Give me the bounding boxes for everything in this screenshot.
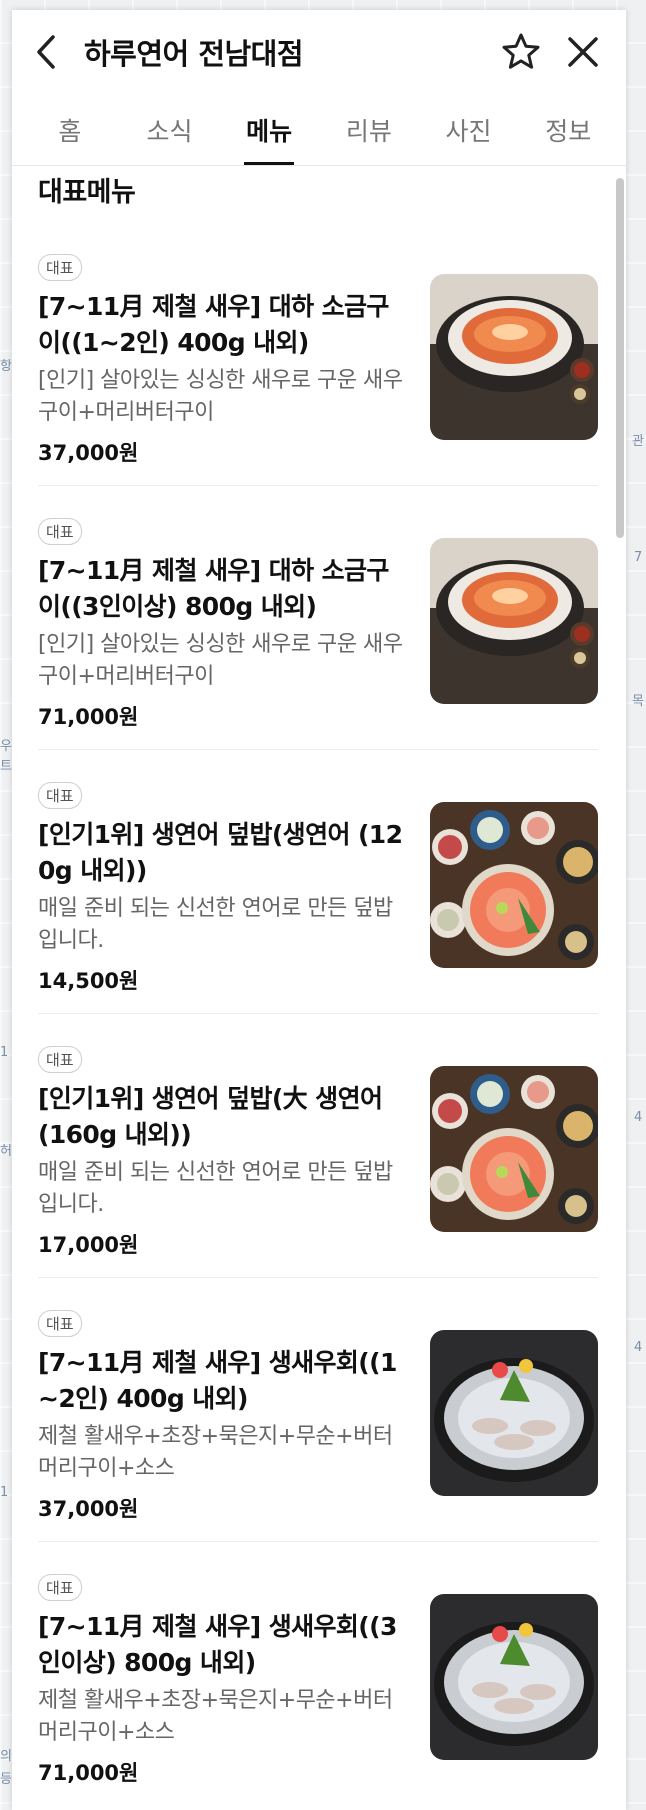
signature-badge: 대표 [38, 254, 82, 281]
signature-badge: 대표 [38, 782, 82, 809]
chevron-left-icon [37, 35, 55, 69]
map-label: 관 [632, 434, 644, 449]
menu-item-price: 17,000원 [38, 1233, 139, 1257]
salmon-rice-bowl-image [430, 802, 598, 968]
favorite-button[interactable] [496, 27, 546, 77]
star-icon [502, 33, 540, 69]
menu-item-price: 37,000원 [38, 1497, 139, 1521]
menu-item-name: [7~11月 제철 새우] 대하 소금구이((3인이상) 800g 내외) [38, 556, 389, 621]
tab-home[interactable]: 홈 [20, 94, 120, 165]
section-title: 대표메뉴 [38, 177, 136, 208]
signature-badge: 대표 [38, 1046, 82, 1073]
menu-item-image[interactable] [430, 802, 598, 968]
menu-item-name: [인기1위] 생연어 덮밥(大 생연어 (160g 내외)) [38, 1084, 383, 1149]
menu-item-info: 대표 [7~11月 제철 새우] 대하 소금구이((3인이상) 800g 내외)… [38, 518, 408, 749]
tab-news[interactable]: 소식 [120, 94, 220, 165]
tab-bar: 홈 소식 메뉴 리뷰 사진 정보 [12, 94, 626, 166]
menu-item-info: 대표 [인기1위] 생연어 덮밥(大 생연어 (160g 내외)) 매일 준비 … [38, 1046, 408, 1277]
map-label: 4 [634, 1340, 643, 1355]
menu-item-name: [인기1위] 생연어 덮밥(생연어 (120g 내외)) [38, 820, 403, 885]
shrimp-salt-grill-image [430, 274, 598, 440]
menu-item[interactable]: 대표 [7~11月 제철 새우] 대하 소금구이((3인이상) 800g 내외)… [38, 486, 598, 750]
signature-badge: 대표 [38, 518, 82, 545]
menu-item-price: 37,000원 [38, 441, 139, 465]
map-label: 트 [0, 759, 12, 774]
map-label: 목 [632, 694, 644, 709]
menu-item-price: 71,000원 [38, 1761, 139, 1785]
map-label: 1 [0, 1485, 9, 1500]
menu-item-price: 14,500원 [38, 969, 139, 993]
menu-item-image[interactable] [430, 1594, 598, 1760]
signature-badge: 대표 [38, 1574, 82, 1601]
menu-item-info: 대표 [7~11月 제철 새우] 생새우회((1~2인) 400g 내외) 제철… [38, 1310, 408, 1541]
menu-item-image[interactable] [430, 274, 598, 440]
menu-item-info: 대표 [인기1위] 생연어 덮밥(생연어 (120g 내외)) 매일 준비 되는… [38, 782, 408, 1013]
menu-item[interactable]: 대표 [7~11月 제철 새우] 생새우회((1~2인) 400g 내외) 제철… [38, 1278, 598, 1542]
raw-shrimp-sashimi-image [430, 1594, 598, 1760]
tab-info[interactable]: 정보 [518, 94, 618, 165]
close-button[interactable] [558, 27, 608, 77]
menu-item-description: 매일 준비 되는 신선한 연어로 만든 덮밥입니다. [38, 1160, 393, 1217]
menu-item-description: 제철 활새우+초장+묵은지+무순+버터머리구이+소스 [38, 1424, 393, 1481]
map-label: 1 [0, 1045, 9, 1060]
tab-photos[interactable]: 사진 [419, 94, 519, 165]
salmon-rice-bowl-image [430, 1066, 598, 1232]
menu-item-name: [7~11月 제철 새우] 대하 소금구이((1~2인) 400g 내외) [38, 292, 389, 357]
menu-item[interactable]: 대표 [7~11月 제철 새우] 생새우회((3인이상) 800g 내외) 제철… [38, 1542, 598, 1806]
map-label: 항 [0, 359, 12, 374]
menu-list: 대표메뉴 대표 [7~11月 제철 새우] 대하 소금구이((1~2인) 400… [12, 166, 626, 1806]
menu-item-description: 매일 준비 되는 신선한 연어로 만든 덮밥입니다. [38, 896, 393, 953]
map-label: 7 [634, 550, 643, 565]
menu-item-info: 대표 [7~11月 제철 새우] 생새우회((3인이상) 800g 내외) 제철… [38, 1574, 408, 1806]
signature-badge: 대표 [38, 1310, 82, 1337]
menu-item[interactable]: 대표 [인기1위] 생연어 덮밥(大 생연어 (160g 내외)) 매일 준비 … [38, 1014, 598, 1278]
menu-item-price: 71,000원 [38, 705, 139, 729]
raw-shrimp-sashimi-image [430, 1330, 598, 1496]
menu-item[interactable]: 대표 [인기1위] 생연어 덮밥(생연어 (120g 내외)) 매일 준비 되는… [38, 750, 598, 1014]
tab-menu[interactable]: 메뉴 [219, 94, 319, 165]
menu-item-description: [인기] 살아있는 싱싱한 새우로 구운 새우구이+머리버터구이 [38, 632, 403, 689]
menu-item-name: [7~11月 제철 새우] 생새우회((3인이상) 800g 내외) [38, 1612, 397, 1677]
map-label: 의 [0, 1749, 12, 1764]
menu-item-image[interactable] [430, 1066, 598, 1232]
menu-item-info: 대표 [7~11月 제철 새우] 대하 소금구이((1~2인) 400g 내외)… [38, 254, 408, 485]
map-label: 등 [0, 1772, 12, 1787]
map-label: 허 [0, 1144, 12, 1159]
place-title: 하루연어 전남대점 [84, 37, 304, 71]
map-label: 우 [0, 739, 12, 754]
menu-item[interactable]: 대표 [7~11月 제철 새우] 대하 소금구이((1~2인) 400g 내외)… [38, 222, 598, 486]
menu-item-image[interactable] [430, 1330, 598, 1496]
place-detail-panel: 하루연어 전남대점 홈 소식 메뉴 리뷰 사진 정보 대표메뉴 대표 [7~11… [12, 10, 626, 1810]
menu-item-description: [인기] 살아있는 싱싱한 새우로 구운 새우구이+머리버터구이 [38, 368, 403, 425]
back-button[interactable] [34, 32, 64, 72]
shrimp-salt-grill-image [430, 538, 598, 704]
scrollbar-thumb[interactable] [616, 178, 624, 538]
close-icon [568, 37, 598, 67]
tab-reviews[interactable]: 리뷰 [319, 94, 419, 165]
menu-item-description: 제철 활새우+초장+묵은지+무순+버터머리구이+소스 [38, 1688, 393, 1745]
panel-header: 하루연어 전남대점 [12, 10, 626, 94]
menu-item-image[interactable] [430, 538, 598, 704]
menu-item-name: [7~11月 제철 새우] 생새우회((1~2인) 400g 내외) [38, 1348, 397, 1413]
map-label: 4 [634, 1110, 643, 1125]
